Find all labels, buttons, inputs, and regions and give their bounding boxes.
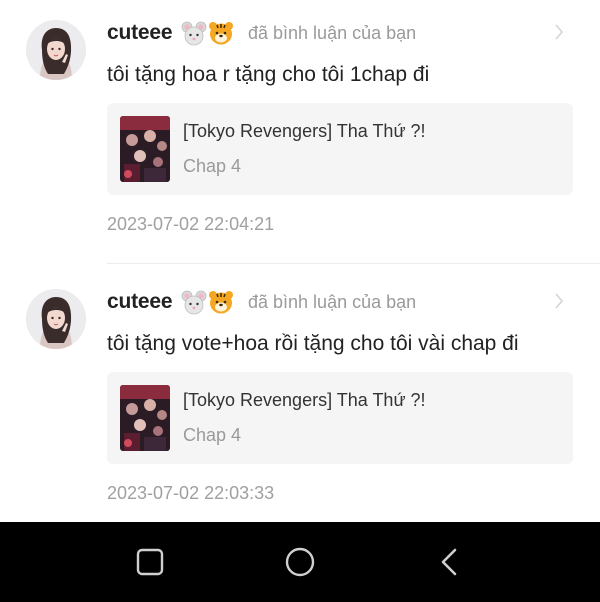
back-icon[interactable] [431,544,467,580]
story-title[interactable]: [Tokyo Revengers] Tha Thứ ?! [183,390,426,411]
story-title[interactable]: [Tokyo Revengers] Tha Thứ ?! [183,121,426,142]
screen: cuteee đã bình luận của bạn tôi tặng hoa… [0,0,600,602]
system-nav-bar [0,522,600,602]
notification-feed[interactable]: cuteee đã bình luận của bạn tôi tặng hoa… [0,0,600,522]
home-icon[interactable] [282,544,318,580]
avatar[interactable] [26,289,86,349]
story-chapter: Chap 4 [183,156,242,176]
timestamp: 2023-07-02 22:04:21 [107,214,275,234]
timestamp: 2023-07-02 22:03:33 [107,483,275,503]
comment-text: tôi tặng vote+hoa rồi tặng cho tôi vài c… [107,332,519,355]
mouse-face-emoji [181,21,207,47]
tiger-face-emoji [208,20,234,46]
username[interactable]: cuteee [107,21,173,45]
action-text: đã bình luận của bạn [248,23,417,43]
comment-text: tôi tặng hoa r tặng cho tôi 1chap đi [107,63,430,86]
divider [107,263,600,264]
avatar[interactable] [26,20,86,80]
chevron-right-icon[interactable] [552,23,566,41]
story-card[interactable]: [Tokyo Revengers] Tha Thứ ?! Chap 4 [107,372,573,464]
username[interactable]: cuteee [107,290,173,314]
story-chapter: Chap 4 [183,425,242,445]
mouse-face-emoji [181,290,207,316]
story-card[interactable]: [Tokyo Revengers] Tha Thứ ?! Chap 4 [107,103,573,195]
recent-apps-icon[interactable] [132,544,168,580]
chevron-right-icon[interactable] [552,292,566,310]
story-cover-image [120,385,170,451]
story-cover-image [120,116,170,182]
action-text: đã bình luận của bạn [248,292,417,312]
tiger-face-emoji [208,289,234,315]
